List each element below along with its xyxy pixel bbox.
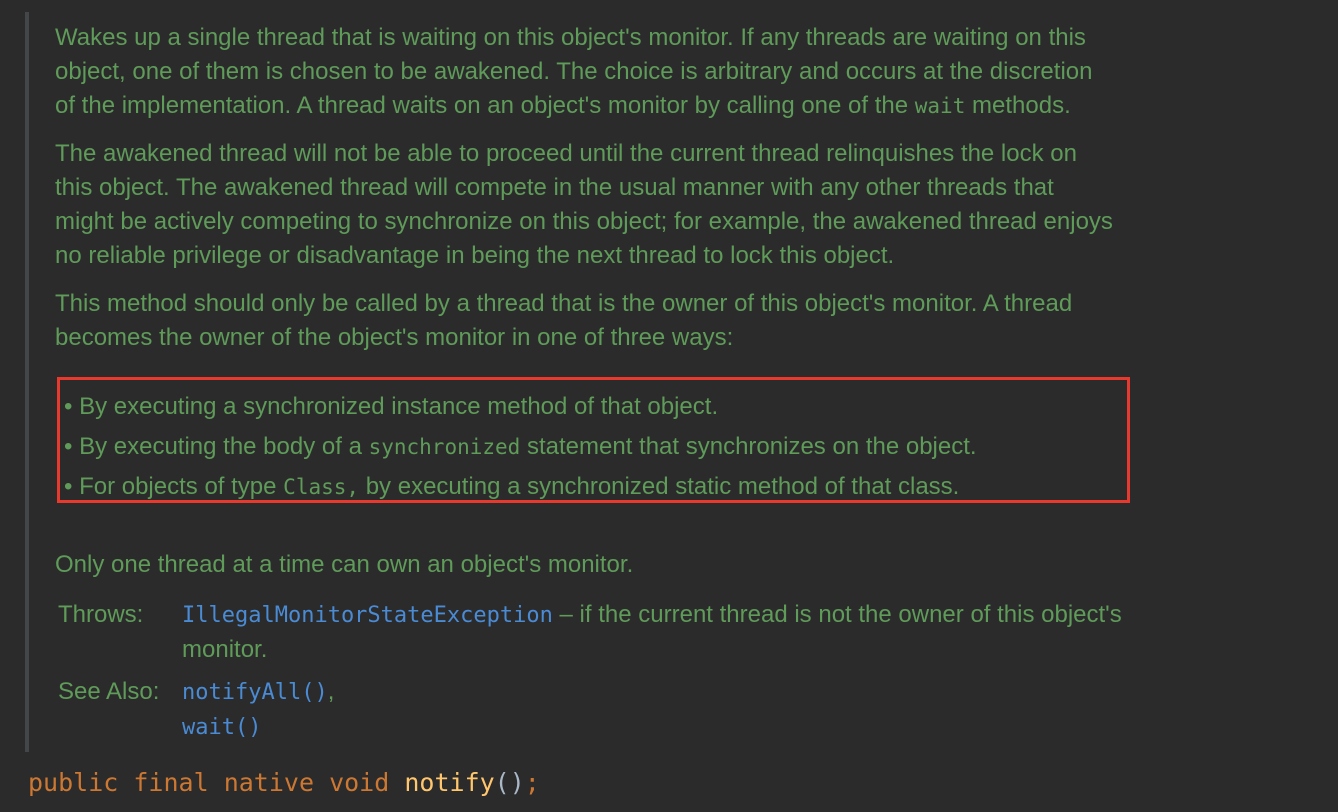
doc-tags: Throws: IllegalMonitorStateException – i… [58, 598, 1122, 753]
throws-row: Throws: IllegalMonitorStateException – i… [58, 598, 1122, 667]
doc-line: The awakened thread will not be able to … [55, 140, 1077, 167]
doc-line: this object. The awakened thread will co… [55, 174, 1054, 201]
see-also-row: See Also: notifyAll(), wait() [58, 675, 1122, 745]
bullet-list: • By executing a synchronized instance m… [64, 390, 977, 510]
keyword-void: void [329, 768, 390, 797]
wait-link[interactable]: wait() [182, 715, 261, 740]
see-also-body: notifyAll(), wait() [182, 675, 334, 745]
doc-line: This method should only be called by a t… [55, 290, 1073, 317]
doc-text: – if the current thread is not the owner… [552, 601, 1122, 628]
method-name: notify [404, 768, 495, 797]
doc-comment-gutter-bar [25, 12, 29, 752]
doc-line: monitor. [182, 636, 268, 663]
doc-text: of the implementation. A thread waits on… [55, 92, 915, 119]
keyword-public: public [28, 768, 119, 797]
doc-line: object, one of them is chosen to be awak… [55, 58, 1093, 85]
throws-label: Throws: [58, 601, 144, 628]
code-synchronized: synchronized [368, 435, 521, 459]
doc-line: might be actively competing to synchroni… [55, 208, 1113, 235]
doc-line: no reliable privilege or disadvantage in… [55, 242, 895, 269]
keyword-native: native [223, 768, 315, 797]
doc-line: wait() [182, 710, 334, 745]
doc-paragraph-4: Only one thread at a time can own an obj… [55, 551, 634, 578]
see-also-label: See Also: [58, 678, 160, 705]
separator: , [327, 678, 335, 705]
doc-text: statement that synchronizes on the objec… [520, 433, 977, 460]
method-declaration[interactable]: public final native void notify(); [28, 765, 540, 801]
list-item: • By executing the body of a synchronize… [64, 430, 977, 470]
doc-paragraph-1: Wakes up a single thread that is waiting… [55, 21, 1315, 123]
doc-line: Wakes up a single thread that is waiting… [55, 24, 1086, 51]
doc-line: becomes the owner of the object's monito… [55, 324, 734, 351]
notifyall-link[interactable]: notifyAll() [182, 680, 328, 705]
semicolon: ; [524, 768, 540, 797]
doc-text: • For objects of type [64, 473, 284, 500]
doc-text: methods. [965, 92, 1071, 119]
throws-body: IllegalMonitorStateException – if the cu… [182, 598, 1122, 667]
doc-text: by executing a synchronized static metho… [359, 473, 960, 500]
keyword-final: final [133, 768, 209, 797]
parens: () [494, 768, 525, 797]
javadoc-panel: Wakes up a single thread that is waiting… [55, 21, 1315, 369]
list-item: • For objects of type Class, by executin… [64, 470, 977, 510]
doc-line: of the implementation. A thread waits on… [55, 89, 1315, 123]
doc-paragraph-3: This method should only be called by a t… [55, 287, 1315, 355]
doc-line: notifyAll(), [182, 675, 334, 710]
doc-text: • By executing the body of a [64, 433, 369, 460]
doc-line: IllegalMonitorStateException – if the cu… [182, 598, 1122, 633]
doc-paragraph-2: The awakened thread will not be able to … [55, 137, 1315, 273]
code-wait: wait [914, 94, 966, 118]
code-class: Class, [283, 475, 360, 499]
list-item: • By executing a synchronized instance m… [64, 393, 719, 420]
exception-link[interactable]: IllegalMonitorStateException [182, 603, 553, 628]
